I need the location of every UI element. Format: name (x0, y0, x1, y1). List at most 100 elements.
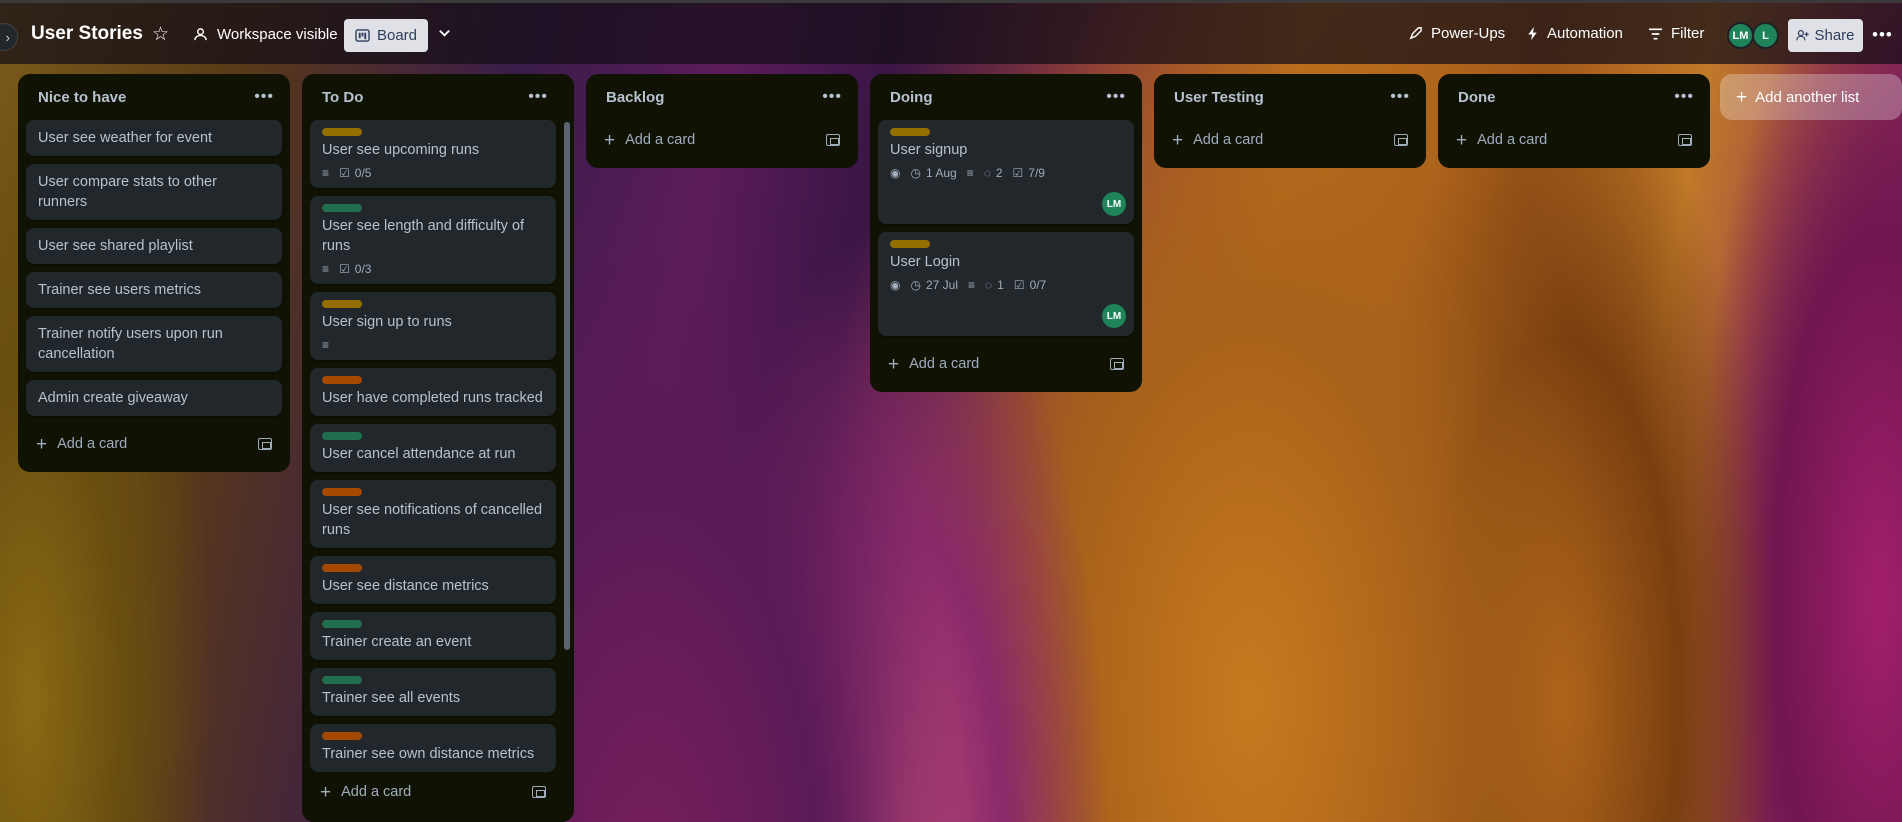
list-more-icon[interactable]: ••• (822, 88, 842, 106)
board-view-button[interactable]: Board (344, 19, 428, 52)
card[interactable]: User sign up to runs ≡ (310, 292, 556, 360)
automation-button[interactable]: Automation (1527, 25, 1623, 42)
card[interactable]: User Login ◉ ◷ 27 Jul ≡ ◌ 1 ☑ 0/7 LM (878, 232, 1134, 336)
view-label: Board (376, 27, 418, 44)
list-more-icon[interactable]: ••• (254, 88, 274, 106)
list-title[interactable]: Nice to have (38, 89, 126, 106)
template-icon[interactable] (1394, 134, 1408, 146)
card[interactable]: User see length and difficulty of runs ≡… (310, 196, 556, 284)
add-member-icon (1796, 30, 1810, 41)
star-icon[interactable]: ☆ (152, 23, 169, 46)
card[interactable]: Trainer see users metrics (26, 272, 282, 308)
comment-count: 2 (995, 166, 1003, 180)
list-title[interactable]: To Do (322, 89, 363, 106)
checklist-badge: ☑ 0/7 (1014, 278, 1046, 292)
card[interactable]: User have completed runs tracked (310, 368, 556, 416)
green-label (322, 204, 362, 212)
card[interactable]: Trainer see own distance metrics (310, 724, 556, 772)
list-header: User Testing ••• (1162, 74, 1418, 120)
card-title: Admin create giveaway (38, 390, 188, 406)
card[interactable]: User signup ◉ ◷ 1 Aug ≡ ◌ 2 ☑ 7/9 LM (878, 120, 1134, 224)
checklist-icon: ☑ (1013, 278, 1025, 292)
comment-count: 1 (997, 278, 1004, 292)
card[interactable]: Trainer create an event (310, 612, 556, 660)
plus-icon: + (1456, 129, 1468, 151)
orange-label (322, 376, 362, 384)
comments-badge: ◌ 2 (984, 166, 1003, 180)
checklist-icon: ☑ (339, 166, 350, 180)
clock-icon: ◷ (910, 166, 921, 180)
template-icon[interactable] (258, 438, 272, 450)
template-icon[interactable] (1110, 358, 1124, 370)
add-card-button[interactable]: + Add a card (26, 424, 282, 464)
template-icon[interactable] (826, 134, 840, 146)
card[interactable]: Admin create giveaway (26, 380, 282, 416)
add-list-button[interactable]: + Add another list (1720, 74, 1902, 120)
add-card-button[interactable]: + Add a card (310, 772, 556, 812)
add-list-label: Add another list (1755, 88, 1860, 106)
card[interactable]: User cancel attendance at run (310, 424, 556, 472)
lightning-icon (1528, 26, 1537, 41)
avatar[interactable]: L (1752, 22, 1779, 49)
list-more-icon[interactable]: ••• (1674, 88, 1694, 106)
list-title[interactable]: User Testing (1174, 89, 1264, 106)
green-label (322, 432, 362, 440)
template-icon[interactable] (532, 786, 546, 798)
orange-label (322, 564, 362, 572)
plus-icon: + (604, 129, 616, 151)
add-card-button[interactable]: + Add a card (594, 120, 850, 160)
filter-button[interactable]: Filter (1648, 25, 1704, 42)
expand-sidebar-button[interactable]: › (0, 23, 18, 51)
chevron-down-icon[interactable] (437, 25, 452, 44)
list-scrollbar[interactable] (564, 122, 570, 650)
add-card-button[interactable]: + Add a card (878, 344, 1134, 384)
card-list: User see upcoming runs ≡ ☑ 0/5 User see l… (310, 120, 556, 772)
card[interactable]: User see shared playlist (26, 228, 282, 264)
card[interactable]: User see distance metrics (310, 556, 556, 604)
add-card-button[interactable]: + Add a card (1446, 120, 1702, 160)
avatar[interactable]: LM (1102, 304, 1126, 328)
visibility-button[interactable]: Workspace visible (193, 26, 338, 43)
list-more-icon[interactable]: ••• (528, 88, 548, 106)
people-icon (194, 28, 207, 41)
card[interactable]: Trainer notify users upon run cancellati… (26, 316, 282, 372)
avatar[interactable]: LM (1727, 22, 1754, 49)
share-button[interactable]: Share (1788, 19, 1863, 52)
description-icon: ≡ (322, 262, 330, 276)
green-label (322, 676, 362, 684)
card-title: User compare stats to other runners (38, 174, 217, 210)
board-members: LM L (1727, 22, 1779, 49)
list-more-icon[interactable]: ••• (1106, 88, 1126, 106)
card[interactable]: Trainer see all events (310, 668, 556, 716)
more-icon[interactable]: ••• (1872, 25, 1893, 45)
list-title[interactable]: Backlog (606, 89, 664, 106)
card[interactable]: User see weather for event (26, 120, 282, 156)
avatar[interactable]: LM (1102, 192, 1126, 216)
list-more-icon[interactable]: ••• (1390, 88, 1410, 106)
list-backlog: Backlog ••• + Add a card (586, 74, 858, 168)
description-icon: ≡ (968, 278, 976, 292)
share-label: Share (1814, 27, 1855, 44)
template-icon[interactable] (1678, 134, 1692, 146)
list-title[interactable]: Doing (890, 89, 933, 106)
plus-icon: + (1172, 129, 1184, 151)
card[interactable]: User compare stats to other runners (26, 164, 282, 220)
comments-badge: ◌ 1 (985, 278, 1004, 292)
card-title: User have completed runs tracked (322, 390, 543, 406)
add-card-label: Add a card (1193, 132, 1264, 148)
card-title: Trainer see own distance metrics (322, 746, 535, 762)
green-label (322, 620, 362, 628)
power-ups-button[interactable]: Power-Ups (1408, 25, 1505, 42)
board-title[interactable]: User Stories (31, 23, 143, 45)
add-card-button[interactable]: + Add a card (1162, 120, 1418, 160)
list-header: Nice to have ••• (26, 74, 282, 120)
description-icon: ≡ (966, 166, 974, 180)
checklist-count: 0/7 (1029, 278, 1047, 292)
card[interactable]: User see upcoming runs ≡ ☑ 0/5 (310, 120, 556, 188)
checklist-icon: ☑ (1012, 166, 1024, 180)
rocket-icon (1409, 27, 1422, 40)
list-title[interactable]: Done (1458, 89, 1496, 106)
checklist-count: 7/9 (1028, 166, 1045, 180)
yellow-label (890, 240, 930, 248)
card[interactable]: User see notifications of cancelled runs (310, 480, 556, 548)
